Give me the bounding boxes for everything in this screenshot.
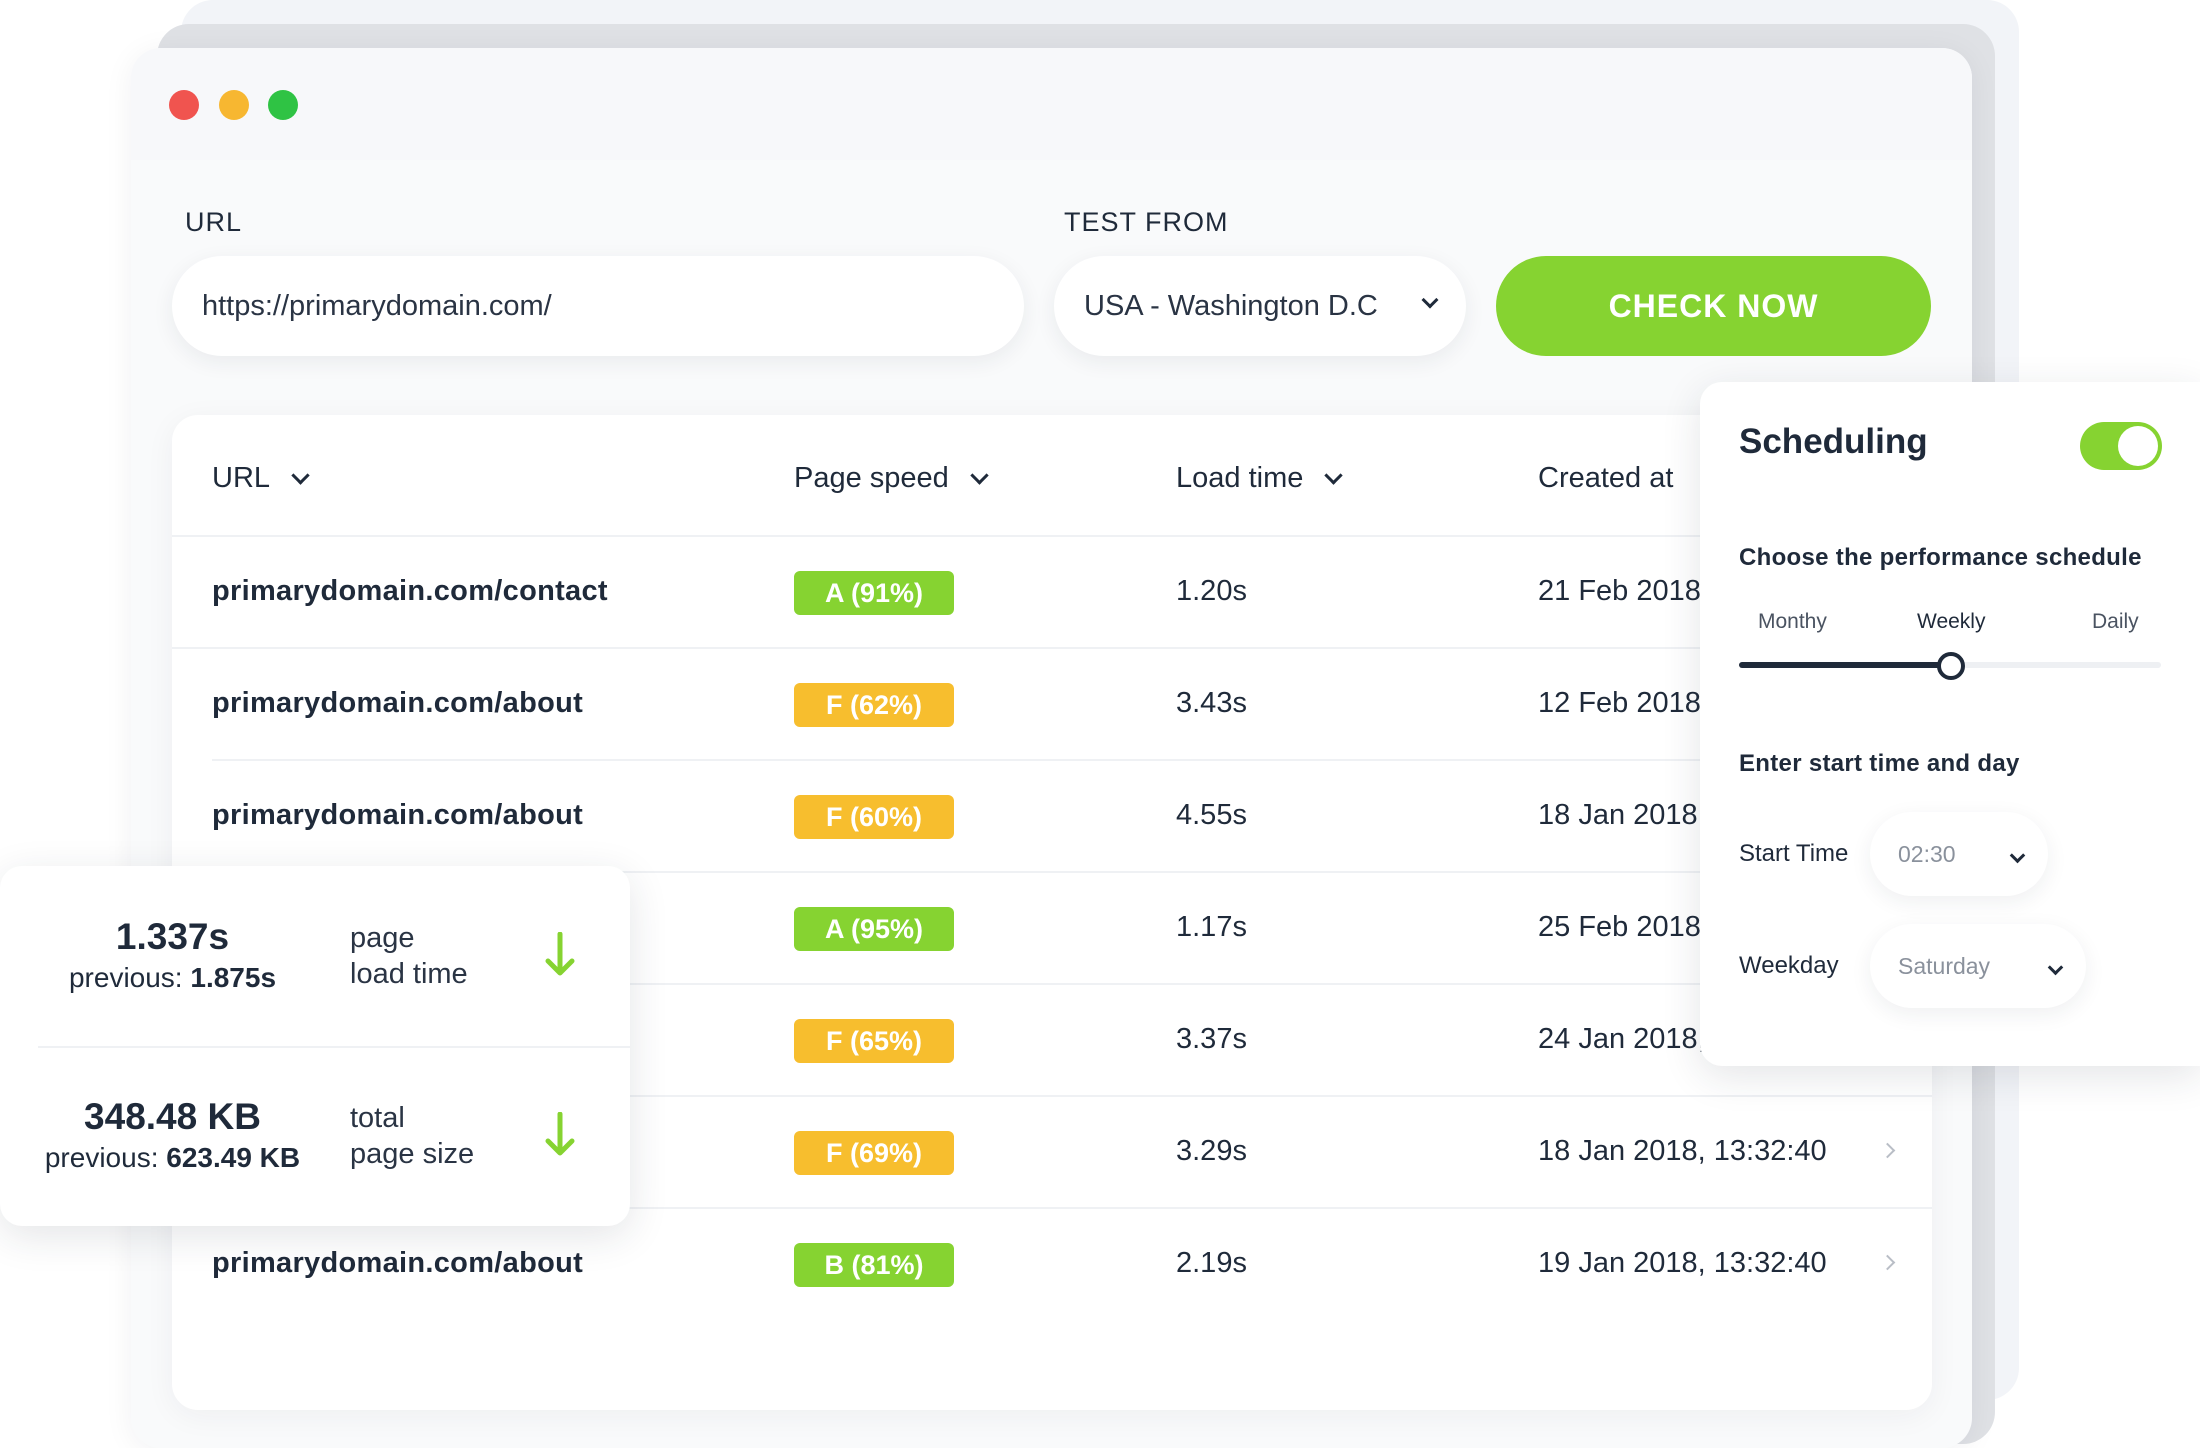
schedule-option-daily[interactable]: Daily: [2092, 610, 2139, 634]
chevron-down-icon: [1421, 291, 1439, 309]
chevron-right-icon[interactable]: [1879, 1254, 1896, 1271]
previous-value: 623.49 KB: [166, 1142, 301, 1173]
url-cell: primarydomain.com/about: [212, 686, 584, 719]
close-window-button[interactable]: [169, 90, 199, 120]
start-time-select[interactable]: 02:30: [1870, 812, 2048, 896]
page-size-previous: previous: 623.49 KB: [0, 1142, 345, 1174]
page-speed-badge: B (81%): [794, 1243, 954, 1287]
url-input-value: https://primarydomain.com/: [202, 289, 552, 322]
load-time-label: page load time: [350, 920, 468, 992]
chevron-right-icon[interactable]: [1879, 1142, 1896, 1159]
page-speed-badge: A (95%): [794, 907, 954, 951]
column-header-created-at[interactable]: Created at: [1538, 462, 1673, 495]
page-size-stat: 348.48 KB previous: 623.49 KB total page…: [0, 1046, 630, 1226]
test-from-value: USA - Washington D.C: [1084, 289, 1378, 322]
weekday-label: Weekday: [1739, 952, 1839, 979]
url-cell: primarydomain.com/about: [212, 798, 584, 831]
stat-label-line: page size: [350, 1138, 475, 1170]
column-header-label: Page speed: [794, 462, 949, 494]
stats-summary-card: 1.337s previous: 1.875s page load time 3…: [0, 866, 630, 1226]
created-at-cell: 19 Jan 2018, 13:32:40: [1538, 1246, 1827, 1279]
title-bar: [131, 48, 1972, 160]
time-heading: Enter start time and day: [1739, 750, 2020, 777]
minimize-window-button[interactable]: [219, 90, 249, 120]
maximize-window-button[interactable]: [268, 90, 298, 120]
check-now-button[interactable]: CHECK NOW: [1496, 256, 1931, 356]
arrow-down-icon: [545, 932, 575, 976]
page-speed-badge: F (62%): [794, 683, 954, 727]
column-header-url[interactable]: URL: [212, 462, 310, 495]
load-time-cell: 1.20s: [1176, 574, 1247, 607]
column-header-page-speed[interactable]: Page speed: [794, 462, 989, 495]
toggle-knob: [2118, 426, 2158, 466]
start-time-value: 02:30: [1898, 840, 1956, 867]
arrow-down-icon: [545, 1112, 575, 1156]
stat-label-line: total: [350, 1102, 405, 1134]
page-speed-badge: A (91%): [794, 571, 954, 615]
start-time-label: Start Time: [1739, 840, 1849, 867]
load-time-cell: 3.43s: [1176, 686, 1247, 719]
page-speed-badge: F (69%): [794, 1131, 954, 1175]
chevron-down-icon: [2047, 959, 2064, 976]
weekday-value: Saturday: [1898, 952, 1991, 979]
chevron-down-icon: [1324, 466, 1344, 485]
chevron-down-icon: [970, 466, 989, 485]
column-header-label: Created at: [1538, 462, 1674, 494]
load-time-value: 1.337s: [115, 916, 230, 957]
scheduling-title: Scheduling: [1739, 422, 1928, 461]
load-time-cell: 3.29s: [1176, 1134, 1247, 1167]
scheduling-toggle[interactable]: [2080, 422, 2162, 470]
created-at-cell: 25 Feb 2018: [1538, 910, 1701, 943]
url-label: URL: [185, 207, 243, 237]
schedule-heading: Choose the performance schedule: [1739, 544, 2142, 571]
stat-label-line: page: [350, 922, 415, 954]
page-speed-badge: F (65%): [794, 1019, 954, 1063]
page-speed-badge: F (60%): [794, 795, 954, 839]
load-time-cell: 3.37s: [1176, 1022, 1247, 1055]
created-at-cell: 18 Jan 2018,: [1538, 798, 1706, 831]
scheduling-panel: Scheduling Choose the performance schedu…: [1700, 382, 2200, 1066]
test-from-select[interactable]: USA - Washington D.C: [1054, 256, 1466, 356]
table-row[interactable]: primarydomain.com/about F (60%) 4.55s 18…: [172, 759, 1932, 871]
load-time-cell: 1.17s: [1176, 910, 1247, 943]
column-header-label: Load time: [1176, 462, 1304, 494]
load-time-cell: 2.19s: [1176, 1246, 1247, 1279]
previous-label: previous:: [68, 962, 183, 993]
table-row[interactable]: primarydomain.com/contact A (91%) 1.20s …: [172, 535, 1932, 647]
chevron-down-icon: [291, 466, 310, 485]
column-header-load-time[interactable]: Load time: [1176, 462, 1344, 495]
load-time-stat: 1.337s previous: 1.875s page load time: [0, 866, 630, 1046]
created-at-cell: 18 Jan 2018, 13:32:40: [1538, 1134, 1827, 1167]
created-at-cell: 21 Feb 2018: [1538, 574, 1701, 607]
previous-value: 1.875s: [190, 962, 277, 993]
stat-label-line: load time: [350, 958, 468, 990]
previous-label: previous:: [44, 1142, 159, 1173]
created-at-cell: 12 Feb 2018: [1538, 686, 1701, 719]
test-from-label: TEST FROM: [1064, 207, 1229, 237]
load-time-cell: 4.55s: [1176, 798, 1247, 831]
table-row[interactable]: primarydomain.com/about F (62%) 3.43s 12…: [172, 647, 1932, 759]
schedule-slider-thumb[interactable]: [1937, 652, 1965, 680]
chevron-down-icon: [2009, 847, 2026, 864]
page-size-label: total page size: [350, 1100, 474, 1172]
created-at-cell: 24 Jan 2018,: [1538, 1022, 1706, 1055]
url-cell: primarydomain.com/contact: [212, 574, 608, 607]
load-time-previous: previous: 1.875s: [0, 962, 345, 994]
url-input[interactable]: https://primarydomain.com/: [172, 256, 1024, 356]
weekday-select[interactable]: Saturday: [1870, 924, 2086, 1008]
schedule-option-monthly[interactable]: Monthy: [1758, 610, 1827, 634]
page-size-value: 348.48 KB: [84, 1096, 261, 1137]
schedule-slider-fill: [1739, 662, 1950, 668]
column-header-label: URL: [212, 462, 271, 494]
schedule-option-weekly[interactable]: Weekly: [1917, 610, 1985, 634]
